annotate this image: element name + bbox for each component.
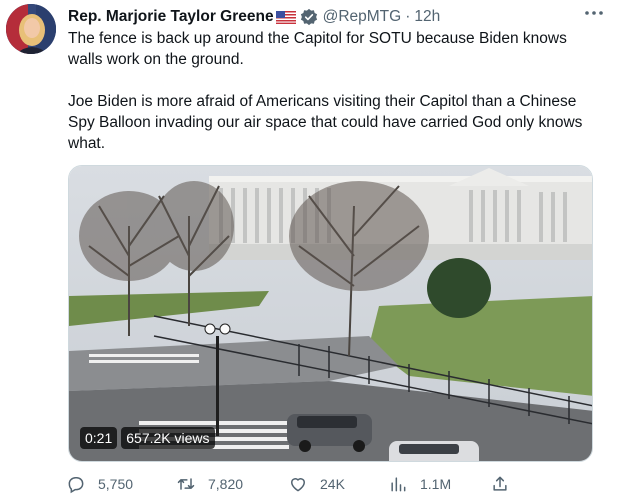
verified-badge-icon bbox=[300, 8, 317, 26]
author-handle[interactable]: @RepMTG bbox=[323, 8, 402, 26]
avatar[interactable] bbox=[6, 4, 56, 54]
retweet-icon bbox=[177, 478, 195, 490]
author-name[interactable]: Rep. Marjorie Taylor Greene bbox=[68, 8, 274, 26]
like-count: 24K bbox=[320, 476, 345, 492]
tweet-header: Rep. Marjorie Taylor Greene @RepMTG · 12… bbox=[68, 6, 610, 28]
retweet-count: 7,820 bbox=[208, 476, 244, 492]
action-bar: 5,750 7,820 24K 1.1M bbox=[66, 474, 516, 496]
retweet-button[interactable]: 7,820 bbox=[176, 474, 243, 494]
video-views: 657.2K views bbox=[121, 427, 215, 449]
like-button[interactable]: 24K bbox=[288, 474, 345, 494]
video-player[interactable] bbox=[68, 165, 593, 462]
us-flag-icon bbox=[275, 10, 296, 24]
tweet-text: The fence is back up around the Capitol … bbox=[68, 30, 583, 152]
view-count: 1.1M bbox=[420, 476, 452, 492]
heart-icon bbox=[291, 478, 305, 492]
tweet[interactable]: Rep. Marjorie Taylor Greene @RepMTG · 12… bbox=[0, 0, 620, 499]
views-button[interactable]: 1.1M bbox=[388, 474, 451, 494]
share-button[interactable] bbox=[490, 474, 522, 494]
share-icon bbox=[493, 476, 507, 491]
analytics-icon bbox=[391, 477, 406, 492]
reply-button[interactable]: 5,750 bbox=[66, 474, 133, 494]
video-thumbnail bbox=[69, 166, 592, 461]
reply-count: 5,750 bbox=[98, 476, 134, 492]
avatar-image bbox=[6, 4, 56, 54]
timestamp[interactable]: 12h bbox=[414, 8, 440, 26]
more-options-icon[interactable] bbox=[582, 4, 606, 22]
video-duration: 0:21 bbox=[80, 427, 118, 449]
separator-dot: · bbox=[405, 8, 411, 25]
video-overlay: 0:21 657.2K views bbox=[80, 427, 215, 449]
reply-icon bbox=[68, 477, 84, 494]
